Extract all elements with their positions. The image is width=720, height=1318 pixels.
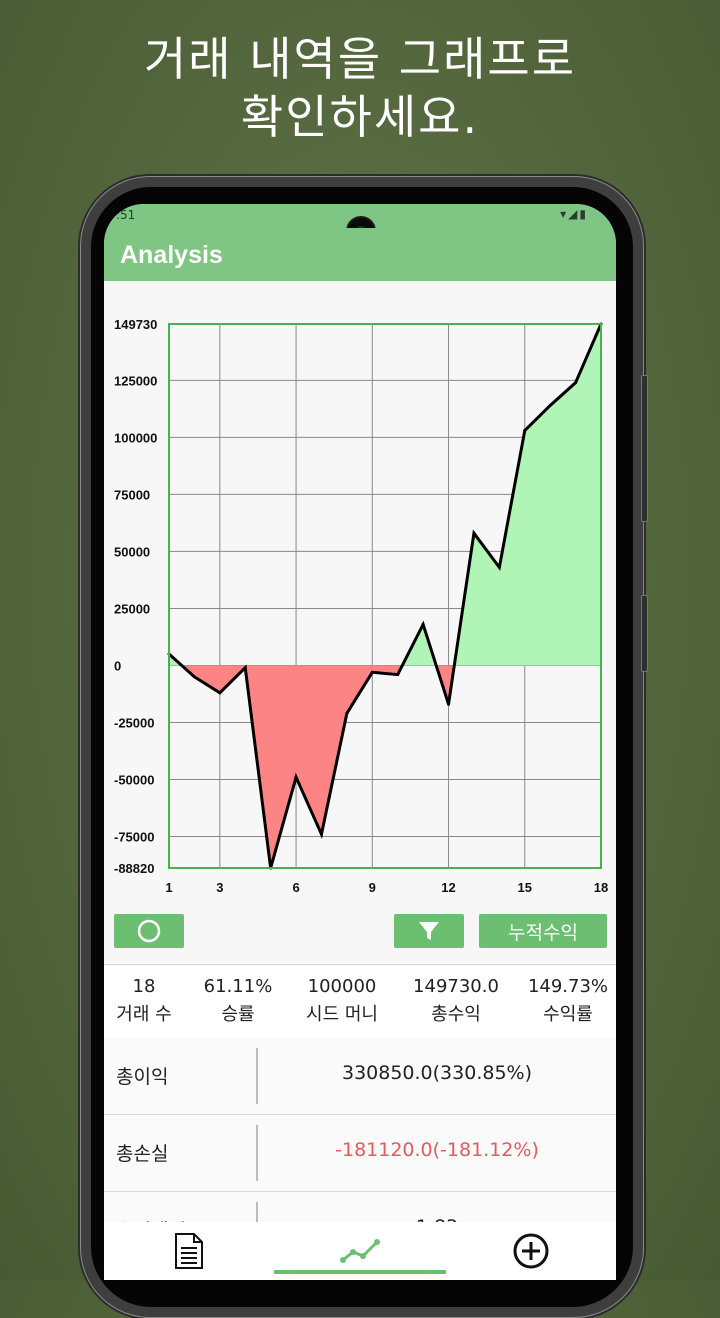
data-point: [218, 691, 222, 695]
stat-label: 총수익: [431, 1004, 481, 1025]
row-label: 총이익: [116, 1066, 169, 1088]
data-point: [243, 666, 247, 670]
x-tick-label: 6: [292, 880, 299, 895]
stat-label: 수익률: [543, 1004, 593, 1025]
chart-controls: 누적수익: [104, 901, 616, 963]
details-list: 총이익 330850.0(330.85%) 총손실 -181120.0(-181…: [104, 1038, 616, 1269]
stat-label: 승률: [221, 1004, 255, 1025]
promo-headline: 거래 내역을 그래프로 확인하세요.: [0, 30, 720, 146]
y-tick-label: -25000: [114, 715, 154, 730]
y-tick-label: 100000: [114, 430, 157, 445]
data-point: [421, 622, 425, 626]
volume-button: [641, 375, 648, 522]
data-point: [192, 675, 196, 679]
y-tick-label: 75000: [114, 487, 150, 502]
row-value-loss: -181120.0(-181.12%): [335, 1139, 539, 1161]
y-tick-label: 125000: [114, 373, 157, 388]
add-circle-icon: [513, 1233, 549, 1269]
x-tick-label: 9: [369, 880, 376, 895]
stat-trade-count: 18 거래 수: [104, 973, 194, 1029]
data-point: [447, 702, 451, 706]
row-value: 330850.0(330.85%): [341, 1062, 533, 1084]
circle-icon: [137, 919, 161, 943]
row-total-gain: 총이익 330850.0(330.85%): [104, 1038, 616, 1115]
nav-trades[interactable]: [104, 1222, 274, 1280]
y-tick-label: 0: [114, 658, 121, 673]
app-screen: :51 ▾◢▮ Analysis 149730 125000 100000 75000…: [104, 204, 616, 1280]
stat-label: 거래 수: [116, 1004, 172, 1025]
stats-summary: 18 거래 수 61.11% 승률 100000 시드 머니 149730.0 …: [104, 964, 616, 1040]
status-time: :51: [116, 208, 136, 222]
filter-button[interactable]: [394, 914, 464, 948]
stat-total-profit: 149730.0 총수익: [406, 973, 506, 1029]
data-point: [548, 403, 552, 407]
data-point: [370, 670, 374, 674]
y-tick-label: 25000: [114, 601, 150, 616]
y-tick-label: -50000: [114, 772, 154, 787]
data-point: [497, 565, 501, 569]
reset-button[interactable]: [114, 914, 184, 948]
y-tick-label: 50000: [114, 544, 150, 559]
data-point: [345, 711, 349, 715]
nav-active-indicator: [274, 1270, 446, 1274]
profit-chart[interactable]: 149730 125000 100000 75000 50000 25000 0 -25000…: [104, 281, 616, 901]
filter-icon: [419, 922, 439, 940]
nav-add-trade[interactable]: [446, 1222, 616, 1280]
x-tick-label: 3: [216, 880, 223, 895]
x-tick-label: 15: [518, 880, 532, 895]
x-tick-label: 1: [165, 880, 172, 895]
stat-value: 149.73%: [527, 976, 609, 997]
stat-value: 61.11%: [203, 976, 273, 997]
x-tick-label: 18: [594, 880, 608, 895]
stat-label: 시드 머니: [306, 1004, 378, 1025]
data-point: [472, 531, 476, 535]
chart-line-icon: [340, 1239, 380, 1263]
data-point: [294, 775, 298, 779]
power-button: [641, 595, 648, 672]
x-tick-label: 12: [441, 880, 455, 895]
stat-win-rate: 61.11% 승률: [188, 973, 288, 1029]
bottom-navigation: [104, 1222, 616, 1280]
app-title: Analysis: [120, 241, 223, 269]
data-point: [574, 381, 578, 385]
document-icon: [175, 1233, 203, 1269]
cumulative-profit-button[interactable]: 누적수익: [479, 914, 607, 948]
stat-value: 149730.0: [413, 976, 499, 997]
stat-value: 18: [132, 976, 156, 997]
data-point: [396, 673, 400, 677]
app-bar: Analysis: [104, 228, 616, 281]
chart-svg: 149730 125000 100000 75000 50000 25000 0 -25000…: [114, 317, 608, 895]
y-tick-label: -75000: [114, 829, 154, 844]
y-tick-label: 149730: [114, 317, 157, 332]
stat-return-rate: 149.73% 수익률: [518, 973, 616, 1029]
stat-value: 100000: [307, 976, 377, 997]
promo-line-2: 확인하세요.: [240, 90, 480, 144]
row-total-loss: 총손실 -181120.0(-181.12%): [104, 1115, 616, 1192]
data-point: [319, 832, 323, 836]
status-icons: ▾◢▮: [560, 207, 588, 221]
stat-seed-money: 100000 시드 머니: [292, 973, 392, 1029]
row-label: 총손실: [116, 1143, 169, 1165]
cumulative-profit-label: 누적수익: [508, 921, 578, 944]
data-point: [523, 429, 527, 433]
y-tick-label: -88820: [114, 861, 154, 876]
promo-line-1: 거래 내역을 그래프로: [143, 32, 577, 86]
